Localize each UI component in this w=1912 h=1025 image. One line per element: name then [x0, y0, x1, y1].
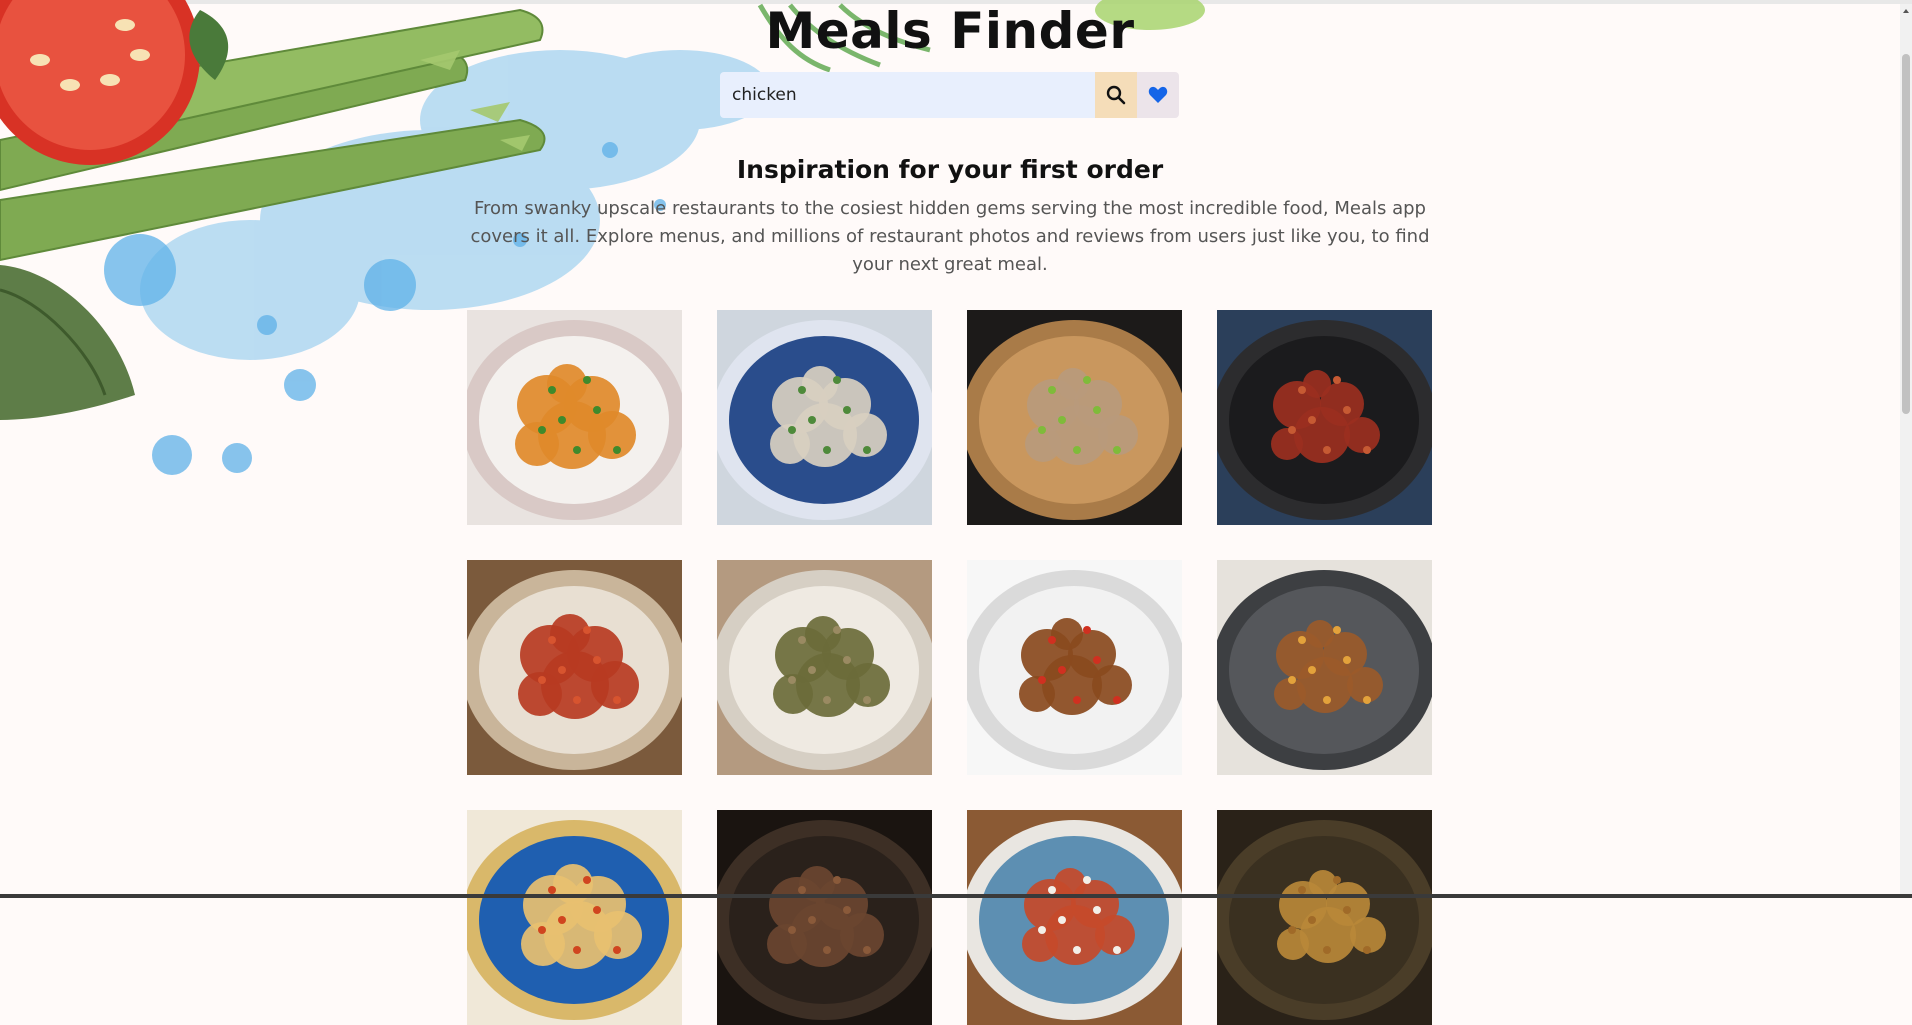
inspiration-heading: Inspiration for your first order	[736, 155, 1164, 184]
meal-card-2[interactable]	[717, 310, 932, 525]
meal-image	[1217, 310, 1432, 525]
meal-image	[717, 810, 932, 1025]
search-bar	[720, 72, 1179, 118]
meal-card-9[interactable]	[467, 810, 682, 1025]
meal-card-8[interactable]	[1217, 560, 1432, 775]
meal-card-4[interactable]	[1217, 310, 1432, 525]
meal-image	[467, 560, 682, 775]
meal-image	[717, 310, 932, 525]
scroll-up-arrow-icon[interactable]	[1900, 4, 1912, 18]
heart-icon	[1148, 86, 1168, 103]
meal-card-11[interactable]	[967, 810, 1182, 1025]
inspiration-description: From swanky upscale restaurants to the c…	[470, 198, 1430, 275]
meal-image	[967, 560, 1182, 775]
meal-card-12[interactable]	[1217, 810, 1432, 1025]
meal-image	[467, 310, 682, 525]
meal-image	[1217, 560, 1432, 775]
meal-image	[1217, 810, 1432, 1025]
search-icon	[1106, 85, 1126, 105]
app-title: Meals Finder	[765, 2, 1135, 60]
meal-card-1[interactable]	[467, 310, 682, 525]
search-input[interactable]	[720, 72, 1095, 118]
meal-image	[967, 810, 1182, 1025]
meal-image	[717, 560, 932, 775]
meal-image	[967, 310, 1182, 525]
search-button[interactable]	[1095, 72, 1137, 118]
meal-card-3[interactable]	[967, 310, 1182, 525]
meal-card-5[interactable]	[467, 560, 682, 775]
meal-image	[467, 810, 682, 1025]
meal-card-10[interactable]	[717, 810, 932, 1025]
browser-bottom-edge	[0, 894, 1912, 898]
meal-card-7[interactable]	[967, 560, 1182, 775]
meal-card-6[interactable]	[717, 560, 932, 775]
vertical-scrollbar[interactable]	[1900, 4, 1912, 894]
favorites-button[interactable]	[1137, 72, 1179, 118]
scrollbar-thumb[interactable]	[1902, 54, 1910, 414]
